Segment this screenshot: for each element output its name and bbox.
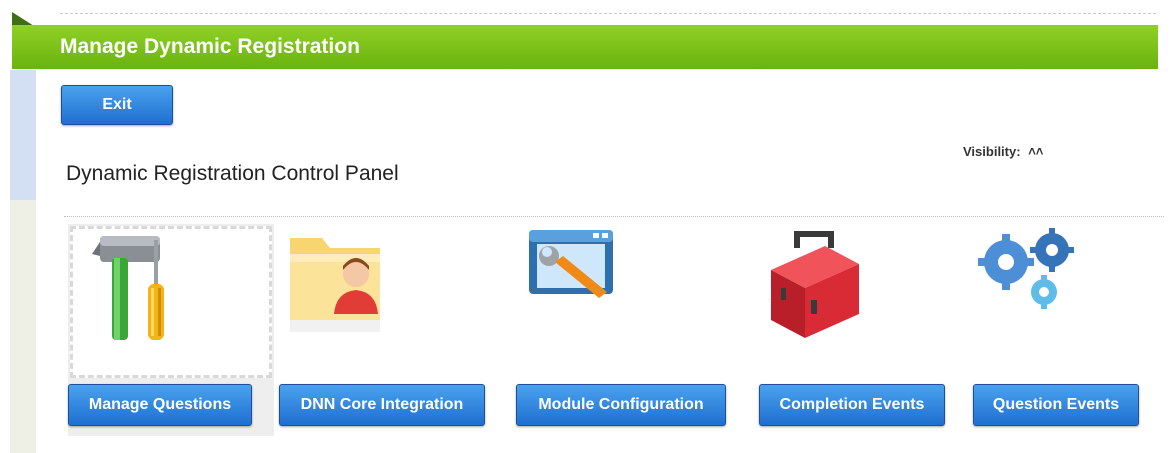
tools-icon[interactable] — [92, 232, 188, 355]
section-divider — [64, 216, 1164, 217]
module-header: Manage Dynamic Registration — [12, 25, 1158, 69]
top-divider — [60, 13, 1156, 14]
exit-button[interactable]: Exit — [61, 85, 173, 125]
visibility-label: Visibility: — [963, 144, 1021, 159]
double-chevron-up-icon: ˄˄ — [1028, 144, 1044, 159]
completion-events-button[interactable]: Completion Events — [759, 384, 945, 426]
manage-questions-button[interactable]: Manage Questions — [68, 384, 252, 426]
wrench-window-icon[interactable] — [527, 228, 617, 315]
user-folder-icon[interactable] — [284, 230, 386, 345]
dnn-core-integration-button[interactable]: DNN Core Integration — [279, 384, 485, 426]
question-events-button[interactable]: Question Events — [973, 384, 1139, 426]
toolbox-icon[interactable] — [765, 230, 865, 349]
header-corner-fold — [12, 12, 34, 26]
control-panel-title: Dynamic Registration Control Panel — [66, 162, 399, 185]
page-title: Manage Dynamic Registration — [60, 35, 360, 58]
visibility-toggle[interactable]: Visibility: ˄˄ — [963, 144, 1043, 159]
gears-icon[interactable] — [972, 226, 1082, 331]
module-configuration-button[interactable]: Module Configuration — [516, 384, 726, 426]
